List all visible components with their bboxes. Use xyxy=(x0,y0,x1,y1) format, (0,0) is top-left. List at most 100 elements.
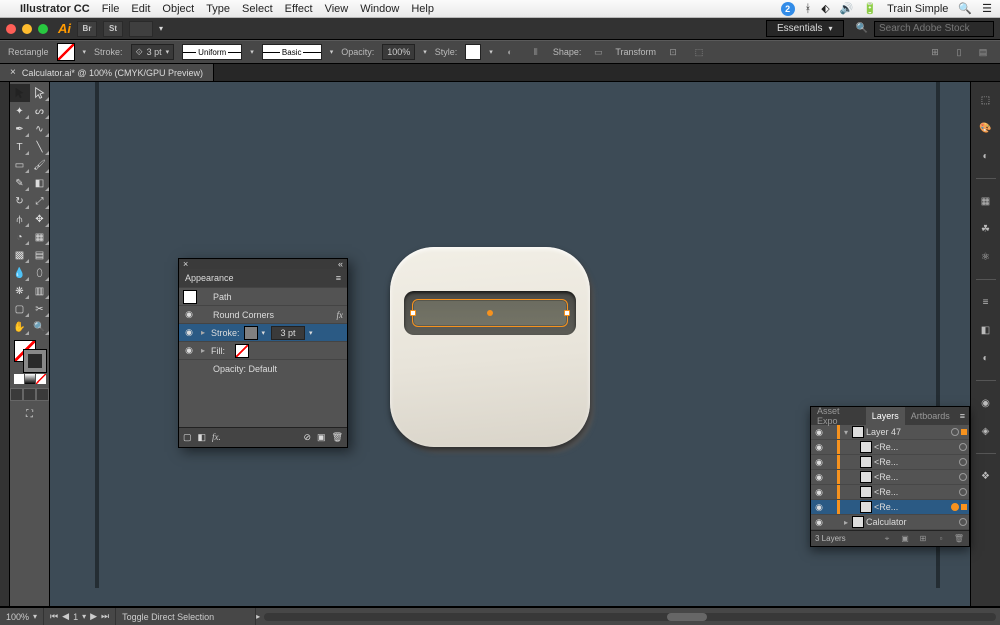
target-icon[interactable] xyxy=(959,488,967,496)
app-menu[interactable]: Illustrator CC xyxy=(20,3,90,15)
libraries-icon[interactable]: ⬚ xyxy=(976,90,996,110)
artboard-tool[interactable]: ▢ xyxy=(10,300,30,318)
panel-collapse-icon[interactable]: « xyxy=(338,259,343,269)
eraser-tool[interactable]: ◧ xyxy=(30,174,50,192)
scale-tool[interactable]: ⤢ xyxy=(30,192,50,210)
menu-type[interactable]: Type xyxy=(206,3,230,15)
workspace-switcher[interactable]: Essentials ▾ xyxy=(766,20,844,37)
panel-menu-icon[interactable]: ≡ xyxy=(956,411,969,421)
panel-grip[interactable]: ×« xyxy=(179,259,347,269)
opacity-chevron-icon[interactable]: ▾ xyxy=(423,48,427,56)
dropbox-icon[interactable]: ⬖ xyxy=(821,2,829,15)
new-layer-icon[interactable]: ▫ xyxy=(935,533,947,545)
style-chevron-icon[interactable]: ▾ xyxy=(489,48,493,56)
artboard-nav[interactable]: ⏮◀1▾▶⏭ xyxy=(44,608,116,625)
bridge-button[interactable]: Br xyxy=(77,21,97,37)
tab-asset-export[interactable]: Asset Expo xyxy=(811,407,866,425)
tab-artboards[interactable]: Artboards xyxy=(905,407,956,425)
add-effect-icon[interactable]: fx. xyxy=(212,432,221,443)
window-controls[interactable] xyxy=(6,24,48,34)
disclosure-icon[interactable]: ▸ xyxy=(199,346,207,355)
close-tab-icon[interactable]: × xyxy=(10,67,16,78)
disclosure-icon[interactable]: ▸ xyxy=(199,328,207,337)
type-tool[interactable]: T xyxy=(10,138,30,156)
fx-icon[interactable]: fx xyxy=(337,310,344,320)
gradient-panel-icon[interactable]: ◧ xyxy=(976,320,996,340)
handle-left-icon[interactable] xyxy=(410,310,416,316)
free-transform-tool[interactable]: ✥ xyxy=(30,210,50,228)
cc-sync-icon[interactable]: 2 xyxy=(781,2,795,16)
visibility-icon[interactable]: ◉ xyxy=(813,502,825,513)
volume-icon[interactable]: 🔊 xyxy=(840,2,854,15)
shape-props-icon[interactable]: ▭ xyxy=(589,43,607,61)
color-mode-solid[interactable] xyxy=(14,374,24,384)
draw-behind-icon[interactable] xyxy=(23,388,36,401)
last-icon[interactable]: ⏭ xyxy=(101,611,109,622)
locate-icon[interactable]: ⌖ xyxy=(881,533,893,545)
tab-layers[interactable]: Layers xyxy=(866,407,905,425)
screen-mode-button[interactable]: ⛶ xyxy=(20,405,40,423)
trash-icon[interactable]: 🗑 xyxy=(332,432,343,443)
target-icon[interactable] xyxy=(951,428,959,436)
appearance-effect-row[interactable]: ◉ Round Corners fx xyxy=(179,305,347,323)
bar-icon[interactable]: ▯ xyxy=(950,43,968,61)
target-icon[interactable] xyxy=(959,458,967,466)
direct-selection-tool[interactable] xyxy=(30,84,50,102)
opacity-input[interactable]: 100% xyxy=(382,44,415,60)
menu-file[interactable]: File xyxy=(102,3,120,15)
layer-row[interactable]: ◉ <Re... xyxy=(811,500,969,515)
layer-name[interactable]: <Re... xyxy=(874,442,957,452)
shape-builder-tool[interactable]: ◔ xyxy=(10,228,30,246)
symbol-sprayer-tool[interactable]: ❋ xyxy=(10,282,30,300)
fill-swatch[interactable] xyxy=(57,43,75,61)
menu-extras-icon[interactable]: ☰ xyxy=(982,2,992,15)
visibility-icon[interactable]: ◉ xyxy=(813,517,825,528)
layer-row[interactable]: ◉<Re... xyxy=(811,455,969,470)
options-icon[interactable]: ▤ xyxy=(974,43,992,61)
graph-tool[interactable]: ▥ xyxy=(30,282,50,300)
stroke-weight-field[interactable]: 3 pt xyxy=(271,326,305,340)
menu-edit[interactable]: Edit xyxy=(131,3,150,15)
disclosure-icon[interactable]: ▾ xyxy=(842,428,850,437)
trash-icon[interactable]: 🗑 xyxy=(953,533,965,545)
symbols-icon[interactable]: ⚛ xyxy=(976,247,996,267)
layer-name[interactable]: <Re... xyxy=(874,502,949,512)
panel-menu-icon[interactable]: ≡ xyxy=(336,273,341,283)
appearance-stroke-row[interactable]: ◉ ▸ Stroke: ▾ 3 pt▾ xyxy=(179,323,347,341)
selected-rectangle[interactable] xyxy=(412,299,568,327)
gradient-tool[interactable]: ▤ xyxy=(30,246,50,264)
graphic-styles-icon[interactable]: ◈ xyxy=(976,421,996,441)
visibility-icon[interactable]: ◉ xyxy=(813,487,825,498)
zoom-tool[interactable]: 🔍 xyxy=(30,318,50,336)
rotate-tool[interactable]: ↻ xyxy=(10,192,30,210)
target-icon[interactable] xyxy=(951,503,959,511)
stroke-profile[interactable]: Basic xyxy=(262,44,322,60)
chevron-down-icon[interactable]: ▾ xyxy=(309,329,313,337)
slice-tool[interactable]: ✂ xyxy=(30,300,50,318)
arrange-chevron-icon[interactable]: ▾ xyxy=(159,24,163,33)
center-point-icon[interactable] xyxy=(487,310,493,316)
layer-name[interactable]: <Re... xyxy=(874,457,957,467)
blend-tool[interactable]: ⬯ xyxy=(30,264,50,282)
prev-icon[interactable]: ◀ xyxy=(62,611,69,622)
layers-panel-icon[interactable]: ❖ xyxy=(976,466,996,486)
graphic-style-swatch[interactable] xyxy=(465,44,481,60)
chevron-down-icon[interactable]: ▾ xyxy=(262,329,266,337)
h-scrollbar[interactable] xyxy=(264,613,996,621)
layer-row[interactable]: ◉<Re... xyxy=(811,470,969,485)
panel-close-icon[interactable]: × xyxy=(183,259,188,269)
status-menu-icon[interactable]: ▸ xyxy=(256,612,260,621)
brushes-icon[interactable]: ☘ xyxy=(976,219,996,239)
selection-tool[interactable] xyxy=(10,84,30,102)
color-mode-gradient[interactable] xyxy=(25,374,35,384)
new-fill-icon[interactable]: ◧ xyxy=(198,432,207,443)
draw-inside-icon[interactable] xyxy=(36,388,49,401)
menu-view[interactable]: View xyxy=(325,3,349,15)
visibility-icon[interactable]: ◉ xyxy=(813,442,825,453)
swatches-icon[interactable]: ▦ xyxy=(976,191,996,211)
battery-icon[interactable]: 🔋 xyxy=(863,2,877,15)
fill-color-swatch[interactable] xyxy=(235,344,249,358)
appearance-opacity-row[interactable]: Opacity: Default xyxy=(179,359,347,377)
hand-tool[interactable]: ✋ xyxy=(10,318,30,336)
layer-name[interactable]: <Re... xyxy=(874,487,957,497)
